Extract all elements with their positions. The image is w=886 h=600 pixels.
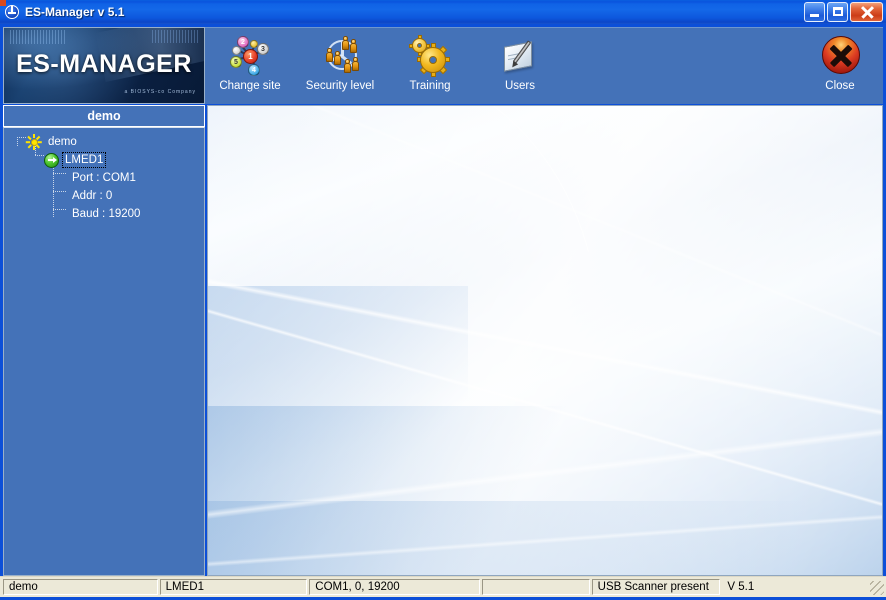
wallpaper-streak-4 <box>208 509 882 569</box>
person-figure <box>344 59 351 74</box>
wallpaper-tint-lower-left <box>208 406 588 575</box>
person-figure <box>350 39 357 54</box>
body-row: demo demo LMED1 Port: COM1 Addr: 0 Bau… <box>3 104 883 576</box>
tree-node-label: Baud : 19200 <box>72 208 141 220</box>
toolbar-button-training[interactable]: Training <box>385 28 475 103</box>
wallpaper-streak-1 <box>208 267 882 432</box>
document-pen-icon <box>498 34 542 78</box>
gear-small-hole <box>417 43 422 48</box>
red-x-circle-icon <box>818 34 862 78</box>
close-window-button[interactable] <box>850 2 883 22</box>
application-window: ES-Manager v 5.1 ES-MANAGER a BIOSYS-co … <box>0 0 886 600</box>
wallpaper-streak-2 <box>208 290 882 527</box>
person-figure <box>342 36 349 51</box>
brand-name: ES-MANAGER <box>16 50 192 78</box>
node-4: 4 <box>248 64 260 76</box>
wallpaper-streak-5 <box>292 106 882 362</box>
green-arrow-icon <box>44 152 59 168</box>
window-controls <box>804 2 883 22</box>
toolbar-button-change-site[interactable]: 2 3 4 5 1 Change site <box>205 28 295 103</box>
logo-hatch-right <box>152 30 198 43</box>
app-icon-bar-horizontal <box>8 12 16 14</box>
logo-hatch-left <box>10 30 66 44</box>
tree-node-lmed1[interactable]: LMED1 <box>4 151 204 169</box>
gear-large-hole <box>429 56 437 64</box>
brand-logo-panel: ES-MANAGER a BIOSYS-co Company <box>3 27 205 104</box>
node-5: 5 <box>230 56 242 68</box>
toolbar-button-close[interactable]: Close <box>797 28 883 103</box>
status-cell-version: V 5.1 <box>722 579 882 595</box>
main-toolbar: 2 3 4 5 1 Change site Security level Tra… <box>205 27 883 104</box>
person-figure <box>334 51 341 66</box>
top-band: ES-MANAGER a BIOSYS-co Company 2 3 4 5 1… <box>3 27 883 104</box>
pie-people-icon <box>318 34 362 78</box>
status-cell-scanner: USB Scanner present <box>591 579 721 595</box>
maximize-icon <box>833 7 843 16</box>
arrow-head <box>52 156 57 163</box>
tree-node-demo[interactable]: demo <box>4 133 204 151</box>
tree-node-port[interactable]: Port : COM1 <box>4 169 204 187</box>
window-title: ES-Manager v 5.1 <box>25 5 125 19</box>
status-cell-empty <box>481 579 590 595</box>
status-cell-device: LMED1 <box>159 579 308 595</box>
node-2: 2 <box>237 36 249 48</box>
gears-icon <box>408 34 452 78</box>
minimize-button[interactable] <box>804 2 825 22</box>
tree-node-label: demo <box>48 136 77 148</box>
tree-node-label: Addr : 0 <box>72 190 113 202</box>
es-manager-icon[interactable] <box>4 4 20 20</box>
title-bar[interactable]: ES-Manager v 5.1 <box>0 0 886 24</box>
wallpaper-tint-left <box>208 286 468 575</box>
status-cell-connection: COM1, 0, 19200 <box>309 579 480 595</box>
tree-node-baud[interactable]: Baud : 19200 <box>4 205 204 223</box>
toolbar-label-security-level: Security level <box>305 80 375 92</box>
wallpaper-arc-2 <box>208 106 708 575</box>
client-area: ES-MANAGER a BIOSYS-co Company 2 3 4 5 1… <box>0 24 886 576</box>
maximize-button[interactable] <box>827 2 848 22</box>
main-content-area <box>207 105 883 576</box>
node-hub-1: 1 <box>243 49 258 64</box>
tree-node-label: LMED1 <box>61 152 107 168</box>
toolbar-label-change-site: Change site <box>219 80 281 92</box>
person-figure <box>326 48 333 63</box>
wallpaper-streak-3 <box>208 417 882 524</box>
person-figure <box>352 57 359 72</box>
wallpaper-arc-1 <box>208 106 580 554</box>
toolbar-button-users[interactable]: Users <box>475 28 565 103</box>
site-tree[interactable]: demo LMED1 Port : COM1 Addr: 0 Baud: 1… <box>3 127 205 576</box>
status-bar: demo LMED1 COM1, 0, 19200 USB Scanner pr… <box>0 576 886 597</box>
network-nodes-icon: 2 3 4 5 1 <box>228 34 272 78</box>
minimize-icon <box>810 14 819 17</box>
brand-subtext: a BIOSYS-co Company <box>124 89 196 95</box>
tree-node-label: Port : COM1 <box>72 172 136 184</box>
wallpaper-tint-band <box>208 501 882 575</box>
sun-icon <box>25 134 42 150</box>
node-3: 3 <box>257 43 269 55</box>
toolbar-label-close: Close <box>825 80 855 92</box>
tree-panel: demo demo LMED1 Port: COM1 Addr: 0 Bau… <box>3 105 205 576</box>
status-cell-site: demo <box>3 579 158 595</box>
toolbar-label-users: Users <box>504 80 536 92</box>
toolbar-label-training: Training <box>409 80 451 92</box>
toolbar-button-security-level[interactable]: Security level <box>295 28 385 103</box>
tree-panel-header: demo <box>3 105 205 127</box>
tree-node-addr[interactable]: Addr : 0 <box>4 187 204 205</box>
resize-grip[interactable] <box>870 581 884 595</box>
